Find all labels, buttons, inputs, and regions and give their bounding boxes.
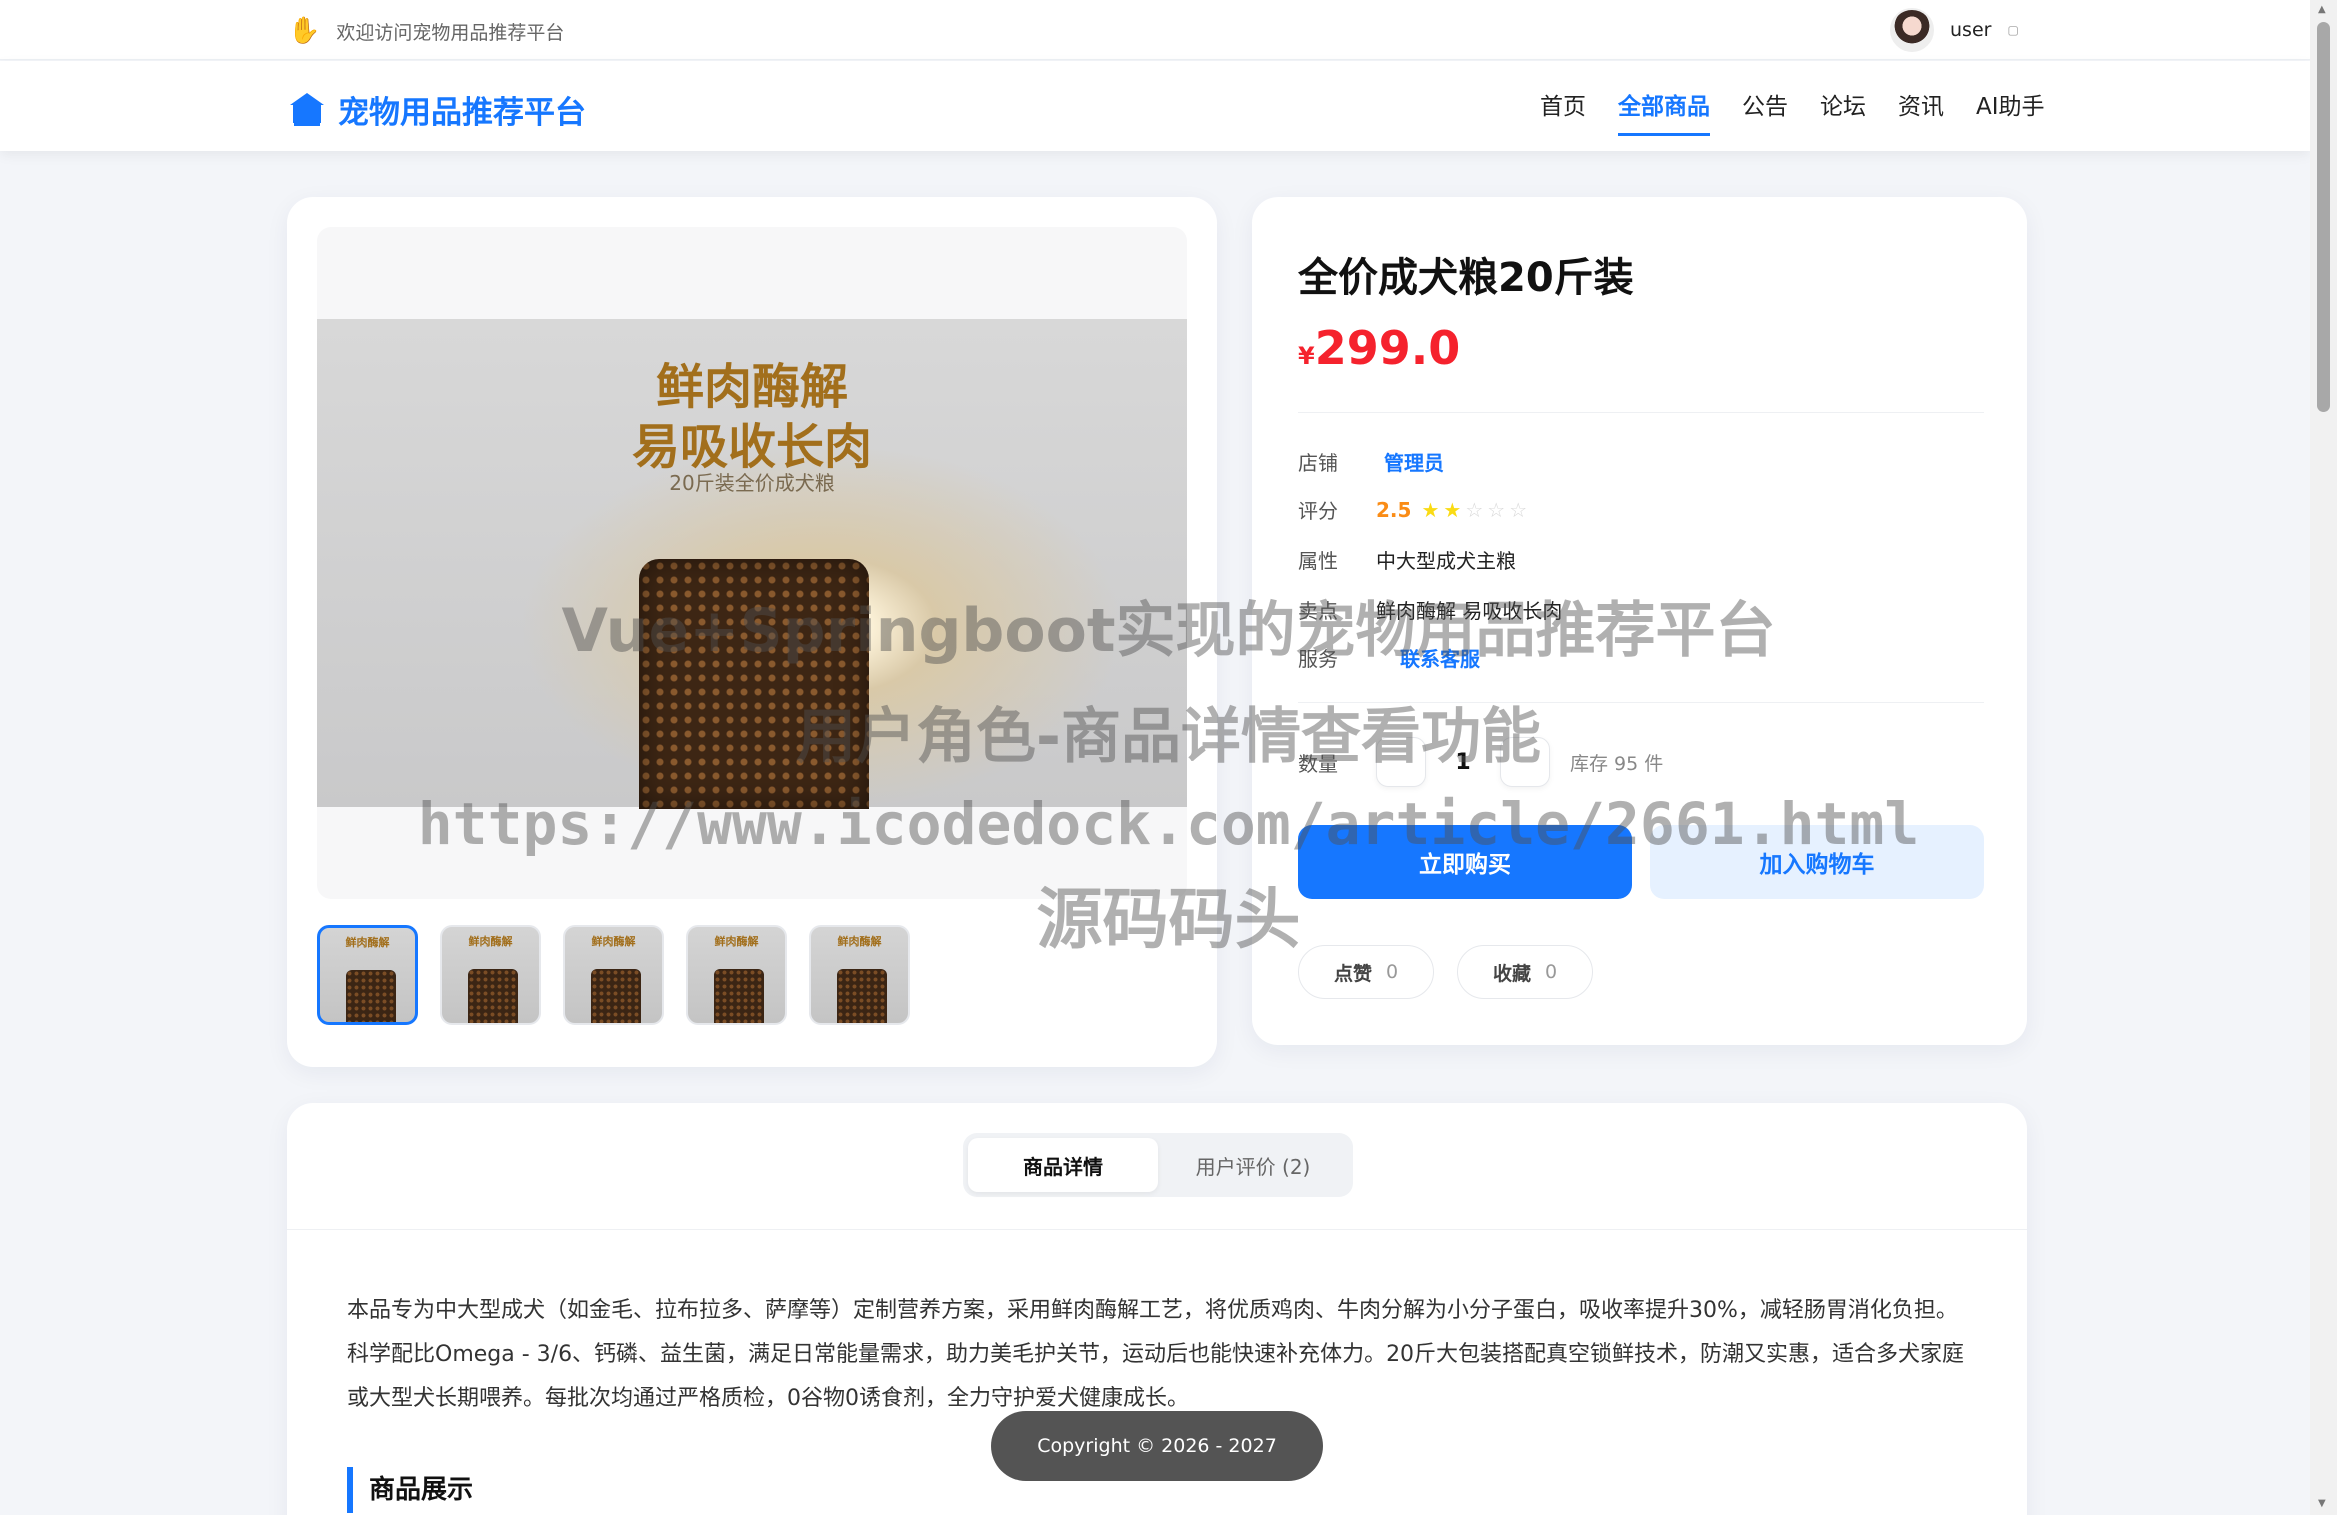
service-label: 服务 (1298, 647, 1338, 671)
like-count: 0 (1385, 961, 1399, 983)
rating-score: 2.5 (1376, 497, 1412, 522)
divider (1298, 412, 1984, 413)
like-button[interactable]: 点赞 0 (1298, 945, 1434, 999)
shop-row: 店铺 管理员 (1298, 447, 1444, 476)
thumbnail-text: 鲜肉酶解 (345, 936, 390, 949)
attribute-row: 属性 中大型成犬主粮 (1298, 545, 1516, 574)
star-icon: ★ (1443, 497, 1462, 522)
thumbnail-4[interactable]: 鲜肉酶解 (686, 925, 787, 1025)
avatar[interactable] (1890, 8, 1934, 52)
star-empty-icon: ☆ (1509, 497, 1528, 522)
brand-logo[interactable]: 宠物用品推荐平台 (290, 87, 586, 132)
thumbnail-1[interactable]: 鲜肉酶解 (317, 925, 418, 1025)
username[interactable]: user (1950, 19, 1991, 41)
price-value: 299.0 (1314, 321, 1461, 375)
nav-announcements[interactable]: 公告 (1742, 87, 1788, 136)
main-header: 宠物用品推荐平台 首页 全部商品 公告 论坛 资讯 AI助手 (0, 61, 2310, 151)
thumbnail-5[interactable]: 鲜肉酶解 (809, 925, 910, 1025)
brand-name: 宠物用品推荐平台 (338, 95, 586, 131)
thumbnail-text: 鲜肉酶解 (837, 935, 882, 948)
nav-forum[interactable]: 论坛 (1820, 87, 1866, 136)
feature-row: 卖点 鲜肉酶解 易吸收长肉 (1298, 595, 1562, 624)
rating-label: 评分 (1298, 499, 1338, 523)
user-menu[interactable]: user ▢ (1890, 8, 2019, 52)
attribute-label: 属性 (1298, 549, 1338, 573)
product-price: ¥299.0 (1298, 321, 1460, 375)
dropdown-icon[interactable]: ▢ (2007, 23, 2018, 37)
product-gallery: 鲜肉酶解 易吸收长肉 20斤装全价成犬粮 鲜肉酶解 鲜肉酶解 鲜肉酶解 鲜肉酶解… (287, 197, 1217, 1067)
main-nav: 首页 全部商品 公告 论坛 资讯 AI助手 (1540, 87, 2045, 136)
nav-home[interactable]: 首页 (1540, 87, 1586, 136)
thumbnail-3[interactable]: 鲜肉酶解 (563, 925, 664, 1025)
quantity-input[interactable]: 1 (1426, 750, 1500, 775)
product-title: 全价成犬粮20斤装 (1298, 255, 1634, 301)
welcome-text: 欢迎访问宠物用品推荐平台 (336, 21, 565, 44)
buy-now-button[interactable]: 立即购买 (1298, 825, 1632, 899)
quantity-label: 数量 (1298, 751, 1338, 776)
feature-label: 卖点 (1298, 599, 1338, 623)
copyright-badge: Copyright © 2026 - 2027 (991, 1411, 1323, 1481)
star-empty-icon: ☆ (1487, 497, 1506, 522)
shop-label: 店铺 (1298, 451, 1338, 475)
attribute-value: 中大型成犬主粮 (1376, 549, 1516, 573)
thumbnail-text: 鲜肉酶解 (714, 935, 759, 948)
nav-ai-assistant[interactable]: AI助手 (1976, 87, 2045, 136)
quantity-stepper: 1 (1376, 737, 1550, 787)
nav-all-products[interactable]: 全部商品 (1618, 87, 1710, 136)
section-title: 商品展示 (347, 1467, 473, 1513)
top-bar: ✋ 欢迎访问宠物用品推荐平台 user ▢ (0, 0, 2310, 60)
rating-stars: ★ ★ ☆ ☆ ☆ (1421, 498, 1527, 522)
divider (1298, 702, 1984, 703)
decrease-button[interactable] (1376, 737, 1426, 787)
thumbnail-text: 鲜肉酶解 (591, 935, 636, 948)
welcome-message: ✋ 欢迎访问宠物用品推荐平台 (288, 16, 564, 46)
thumbnail-2[interactable]: 鲜肉酶解 (440, 925, 541, 1025)
scroll-down-icon[interactable]: ▼ (2318, 1498, 2326, 1509)
star-icon: ★ (1421, 497, 1440, 522)
quantity-row: 数量 1 库存 95 件 (1298, 737, 1663, 787)
image-subline: 20斤装全价成犬粮 (669, 471, 835, 495)
service-row: 服务 联系客服 (1298, 643, 1480, 672)
scrollbar-thumb[interactable] (2317, 22, 2330, 412)
star-empty-icon: ☆ (1465, 497, 1484, 522)
favorite-button[interactable]: 收藏 0 (1457, 945, 1593, 999)
currency-symbol: ¥ (1298, 342, 1315, 370)
product-photo: 鲜肉酶解 易吸收长肉 20斤装全价成犬粮 (317, 319, 1187, 809)
favorite-count: 0 (1544, 961, 1558, 983)
stock-count: 库存 95 件 (1570, 752, 1664, 775)
product-description: 本品专为中大型成犬（如金毛、拉布拉多、萨摩等）定制营养方案，采用鲜肉酶解工艺，将… (347, 1298, 1965, 1411)
divider (287, 1229, 2027, 1230)
thumbnail-text: 鲜肉酶解 (468, 935, 513, 948)
contact-service-link[interactable]: 联系客服 (1376, 643, 1480, 672)
detail-tabs: 商品详情 用户评价 (2) (963, 1133, 1353, 1197)
page-scrollbar[interactable]: ▲ ▼ (2310, 0, 2337, 1515)
scroll-up-icon[interactable]: ▲ (2318, 4, 2326, 15)
feature-value: 鲜肉酶解 易吸收长肉 (1376, 599, 1563, 623)
like-label: 点赞 (1333, 962, 1372, 985)
thumbnail-strip: 鲜肉酶解 鲜肉酶解 鲜肉酶解 鲜肉酶解 鲜肉酶解 (317, 925, 910, 1025)
product-info-panel: 全价成犬粮20斤装 ¥299.0 店铺 管理员 评分 2.5 ★ ★ ☆ ☆ ☆… (1252, 197, 2027, 1045)
tab-user-reviews[interactable]: 用户评价 (2) (1158, 1138, 1348, 1192)
increase-button[interactable] (1500, 737, 1550, 787)
bank-icon (290, 92, 324, 127)
tab-product-detail[interactable]: 商品详情 (968, 1138, 1158, 1192)
hand-icon: ✋ (288, 16, 321, 46)
add-to-cart-button[interactable]: 加入购物车 (1650, 825, 1984, 899)
main-product-image[interactable]: 鲜肉酶解 易吸收长肉 20斤装全价成犬粮 (317, 227, 1187, 899)
rating-row: 评分 2.5 ★ ★ ☆ ☆ ☆ (1298, 495, 1527, 524)
nav-news[interactable]: 资讯 (1898, 87, 1944, 136)
favorite-label: 收藏 (1492, 962, 1531, 985)
shop-link[interactable]: 管理员 (1376, 447, 1444, 476)
kibble-bag-image (639, 559, 869, 809)
